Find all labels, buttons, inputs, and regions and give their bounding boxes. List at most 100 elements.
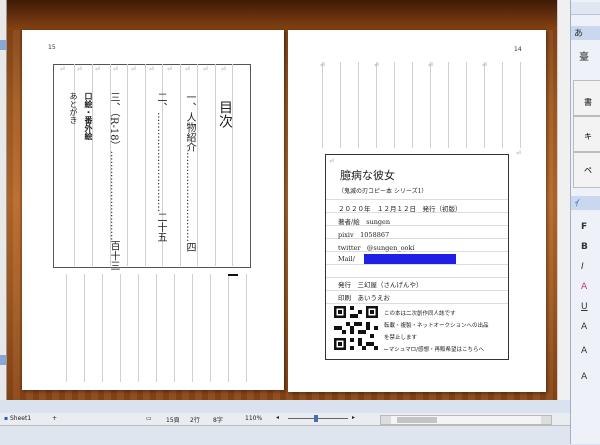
scroll-left-icon[interactable]	[381, 416, 391, 424]
publish-date: ２０２０年 １２月１２日 発行（初版）	[338, 205, 462, 213]
sidebar-button[interactable]: ペ	[573, 152, 600, 188]
zoom-slider-track[interactable]	[288, 418, 348, 419]
notice-line: ←マシュマロ/感想・再販希望はこちらへ	[384, 347, 484, 353]
manuscript-grid-line	[502, 62, 503, 148]
paragraph-mark: ⏎	[329, 158, 335, 165]
redaction-bar	[364, 254, 456, 264]
sheet-tab-row: ▪ Sheet1 + ▭ 15頁 2行 8字 110% ◂ ▸	[0, 413, 570, 426]
toc-frame	[53, 64, 251, 268]
sidebar-button[interactable]: キ	[573, 116, 600, 152]
toc-title: 目次	[217, 100, 233, 128]
format-option[interactable]: A	[581, 346, 599, 356]
manuscript-grid-line	[376, 62, 377, 148]
zoom-in-icon[interactable]: ▸	[352, 414, 355, 421]
page-number: 14	[514, 46, 522, 53]
manuscript-grid-line	[156, 274, 157, 382]
manuscript-grid-line	[197, 64, 198, 266]
manuscript-grid-line	[228, 274, 229, 382]
sidebar-panel-header[interactable]: ｲ	[571, 196, 600, 210]
toc-item: あとがき	[69, 92, 78, 124]
twitter-line: twitter @sungen_ooki	[338, 244, 415, 252]
pixiv-line: pixiv 1058867	[338, 231, 390, 239]
manuscript-grid-line	[394, 62, 395, 148]
manuscript-grid-line	[102, 274, 103, 382]
paragraph-mark: ⏎	[149, 66, 155, 73]
sheet-icon: ▪	[4, 415, 9, 422]
notice-line: この本は二次創作同人誌です	[384, 311, 456, 317]
line-count: 2行	[190, 417, 200, 424]
page-number: 15	[48, 44, 56, 51]
left-page[interactable]: 15 ⏎ ⏎ ⏎ ⏎ ⏎ ⏎ ⏎ ⏎ ⏎ ⏎ 目次 一、人物紹介………………………	[22, 30, 284, 390]
book-title: 臆病な彼女	[340, 169, 395, 182]
right-page[interactable]: 14 ⏎ ⏎ ⏎ ⏎ ⏎ ⏎ 臆病な彼女 （鬼滅の刃コピー本 シリーズ1） ２０…	[288, 30, 546, 392]
sidebar-item[interactable]: 臺	[579, 48, 599, 63]
page-count: 15頁	[166, 417, 180, 424]
notice-line: 転載・複製・ネットオークションへの出品	[384, 323, 489, 329]
zoom-slider-thumb[interactable]	[314, 415, 318, 422]
paragraph-mark: ⏎	[77, 66, 83, 73]
manuscript-grid-line	[430, 62, 431, 148]
manuscript-grid-line	[120, 274, 121, 382]
manuscript-grid-line	[145, 64, 146, 266]
sidebar-toolbar-row[interactable]	[571, 2, 600, 15]
manuscript-grid-line	[232, 64, 233, 266]
sidebar-panel-header[interactable]: あ	[571, 26, 600, 40]
manuscript-grid-line	[448, 62, 449, 148]
sidebar-button-label: 書	[584, 98, 592, 107]
sidebar-button[interactable]: 書	[573, 80, 600, 116]
format-option[interactable]: F	[581, 222, 599, 232]
format-option[interactable]: A	[581, 372, 599, 382]
right-sidebar: あ 臺 書 キ ペ ｲ F B I A U A A A	[570, 0, 600, 444]
manuscript-grid-line	[215, 64, 216, 266]
printer-line: 印刷 あいうえお	[338, 294, 390, 302]
paragraph-mark: ⏎	[60, 66, 66, 73]
manuscript-grid-line	[180, 64, 181, 266]
manuscript-grid-line	[358, 62, 359, 148]
book-subtitle: （鬼滅の刃コピー本 シリーズ1）	[338, 188, 428, 195]
format-option[interactable]: I	[581, 262, 599, 272]
paragraph-mark: ⏎	[113, 66, 119, 73]
toc-item: 一、人物紹介………………………四	[184, 92, 195, 252]
text-cursor	[228, 274, 238, 276]
ruler-tab-marker[interactable]	[0, 355, 6, 365]
format-option[interactable]: A	[581, 282, 599, 292]
format-option[interactable]: A	[581, 322, 599, 332]
manuscript-grid-line	[340, 62, 341, 148]
vertical-ruler	[0, 0, 7, 400]
format-option[interactable]: B	[581, 242, 599, 252]
manuscript-grid-line	[520, 62, 521, 148]
paragraph-mark: ⏎	[167, 66, 173, 73]
column-count: 8字	[213, 417, 223, 424]
paragraph-mark: ⏎	[203, 66, 209, 73]
manuscript-grid-line	[174, 274, 175, 382]
layout-icon[interactable]: ▭	[146, 415, 152, 422]
manuscript-grid-line	[138, 274, 139, 382]
scroll-thumb[interactable]	[397, 417, 437, 423]
horizontal-scrollbar[interactable]	[380, 415, 552, 425]
zoom-level[interactable]: 110%	[245, 415, 262, 422]
manuscript-grid-line	[210, 274, 211, 382]
scroll-right-icon[interactable]	[541, 416, 551, 424]
vertical-scrollbar[interactable]	[557, 0, 571, 400]
manuscript-grid-line	[322, 62, 323, 148]
toc-item: 口絵・番外絵	[84, 92, 94, 140]
sidebar-button-label: キ	[584, 132, 592, 141]
author-line: 著者/絵 sungen	[338, 218, 391, 226]
manuscript-grid-line	[412, 62, 413, 148]
manuscript-grid-line	[246, 274, 247, 382]
manuscript-grid-line	[466, 62, 467, 148]
zoom-out-icon[interactable]: ◂	[276, 414, 279, 421]
sheet-tab[interactable]: ▪ Sheet1	[4, 415, 31, 422]
paragraph-mark: ⏎	[516, 150, 522, 157]
paragraph-mark: ⏎	[131, 66, 137, 73]
paragraph-mark: ⏎	[320, 62, 326, 69]
ruler-tab-marker[interactable]	[0, 40, 6, 50]
sheet-tab-label: Sheet1	[10, 415, 32, 422]
paragraph-mark: ⏎	[185, 66, 191, 73]
colophon-box[interactable]: ⏎ 臆病な彼女 （鬼滅の刃コピー本 シリーズ1） ２０２０年 １２月１２日 発行…	[325, 154, 509, 360]
mail-line: Mail/	[338, 255, 355, 263]
format-option[interactable]: U	[581, 302, 599, 312]
add-sheet-button[interactable]: +	[52, 415, 57, 422]
manuscript-grid-line	[66, 274, 67, 382]
toc-item: 二、…………………………二十五	[155, 92, 166, 242]
